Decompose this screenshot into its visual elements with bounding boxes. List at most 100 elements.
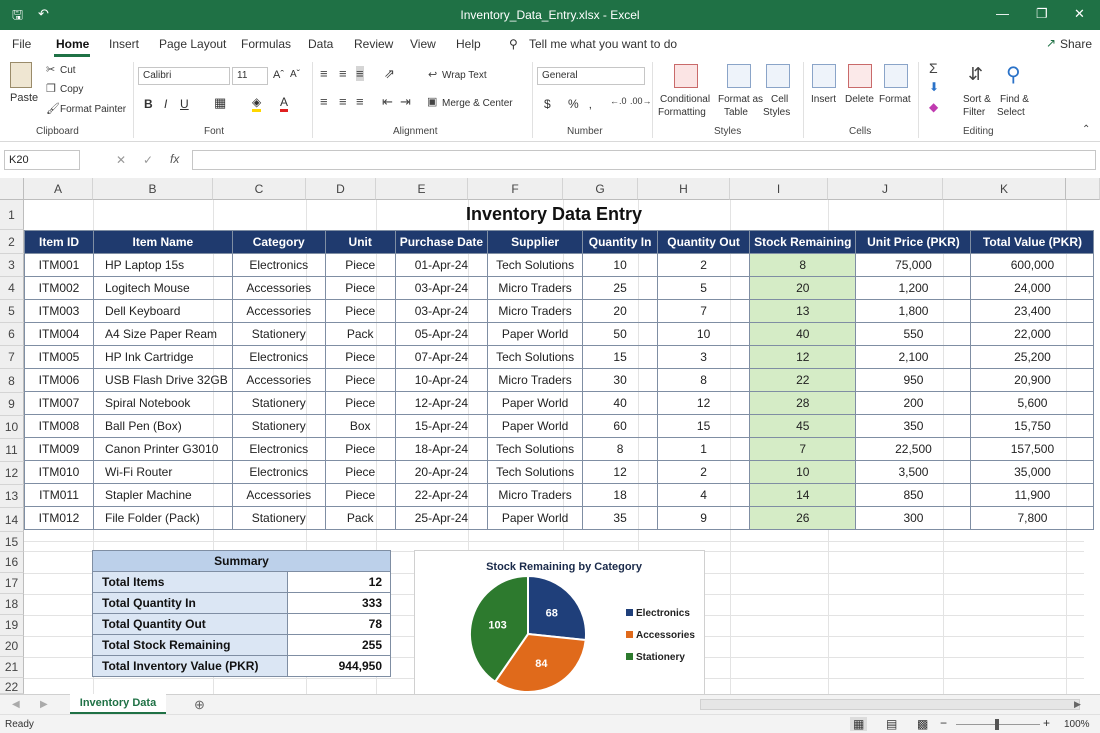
add-sheet-icon[interactable]: ⊕	[194, 697, 205, 713]
table-cell[interactable]: 60	[582, 414, 659, 438]
scroll-left-icon[interactable]: ◀	[12, 699, 20, 710]
formula-input[interactable]	[192, 150, 1096, 170]
table-cell[interactable]: 15	[657, 414, 751, 438]
row-header[interactable]: 11	[0, 439, 24, 462]
select-label[interactable]: Select	[997, 107, 1025, 118]
row-header[interactable]: 3	[0, 254, 24, 277]
row-header[interactable]: 19	[0, 615, 24, 636]
column-header[interactable]: H	[638, 178, 730, 200]
table-cell[interactable]: Paper World	[487, 506, 584, 530]
format-button[interactable]: Format	[879, 94, 911, 105]
column-header[interactable]: F	[468, 178, 563, 200]
table-cell[interactable]: Accessories	[231, 299, 326, 323]
column-header[interactable]: A	[24, 178, 93, 200]
align-top-icon[interactable]: ≡	[320, 66, 328, 81]
table-cell[interactable]: 4	[657, 483, 751, 507]
borders-icon[interactable]: ▦	[214, 95, 226, 111]
header-cell[interactable]: Stock Remaining	[749, 230, 857, 254]
summary-label[interactable]: Total Stock Remaining	[92, 634, 288, 656]
fill-color-icon[interactable]: ◈	[252, 95, 262, 112]
summary-value[interactable]: 333	[287, 592, 391, 614]
table-cell[interactable]: ITM008	[24, 414, 94, 438]
table-cell[interactable]: Tech Solutions	[487, 253, 584, 277]
summary-title[interactable]: Summary	[92, 550, 391, 572]
find-label[interactable]: Find &	[1000, 94, 1029, 105]
table-cell[interactable]: 20-Apr-24	[394, 460, 489, 484]
table-cell[interactable]: 7	[749, 437, 857, 461]
pie-chart[interactable]: Stock Remaining by Category 68 84 103 Elec…	[414, 550, 705, 695]
table-cell[interactable]: 1,800	[855, 299, 972, 323]
table-cell[interactable]: HP Ink Cartridge	[93, 345, 233, 369]
table-cell[interactable]: 11,900	[970, 483, 1095, 507]
number-format-select[interactable]: General	[537, 67, 645, 85]
currency-icon[interactable]: $	[544, 97, 551, 111]
fill-icon[interactable]: ⬇	[929, 80, 939, 94]
row-header[interactable]: 6	[0, 323, 24, 346]
table-cell[interactable]: Paper World	[487, 322, 584, 346]
table-cell[interactable]: 300	[855, 506, 972, 530]
header-cell[interactable]: Item Name	[93, 230, 233, 254]
table-cell[interactable]: ITM009	[24, 437, 94, 461]
table-cell[interactable]: 50	[582, 322, 659, 346]
paste-icon[interactable]	[10, 62, 32, 88]
row-header[interactable]: 18	[0, 594, 24, 615]
row-header[interactable]: 16	[0, 552, 24, 573]
table-cell[interactable]: 550	[855, 322, 972, 346]
header-cell[interactable]: Quantity In	[582, 230, 659, 254]
table-cell[interactable]: USB Flash Drive 32GB	[93, 368, 233, 392]
insert-function-icon[interactable]: fx	[170, 152, 179, 166]
table-cell[interactable]: Piece	[324, 437, 396, 461]
table-cell[interactable]: 350	[855, 414, 972, 438]
table-cell[interactable]: 05-Apr-24	[394, 322, 489, 346]
table-cell[interactable]: 12	[657, 391, 751, 415]
table-cell[interactable]: Micro Traders	[487, 483, 584, 507]
formatting-label[interactable]: Formatting	[658, 107, 706, 118]
table-cell[interactable]: 25,200	[970, 345, 1095, 369]
table-cell[interactable]: Pack	[324, 322, 396, 346]
table-cell[interactable]: 26	[749, 506, 857, 530]
table-cell[interactable]: ITM001	[24, 253, 94, 277]
summary-value[interactable]: 944,950	[287, 655, 391, 677]
table-cell[interactable]: 20	[582, 299, 659, 323]
header-cell[interactable]: Category	[231, 230, 326, 254]
normal-view-icon[interactable]: ▦	[850, 717, 868, 731]
cell-label[interactable]: Cell	[771, 94, 788, 105]
table-cell[interactable]: 30	[582, 368, 659, 392]
header-cell[interactable]: Purchase Date	[394, 230, 489, 254]
cut-button[interactable]: Cut	[60, 65, 76, 76]
header-cell[interactable]: Supplier	[487, 230, 584, 254]
menu-home[interactable]: Home	[56, 37, 89, 51]
table-cell[interactable]: 28	[749, 391, 857, 415]
table-cell[interactable]: File Folder (Pack)	[93, 506, 233, 530]
increase-indent-icon[interactable]: ⇥	[400, 94, 411, 110]
summary-label[interactable]: Total Inventory Value (PKR)	[92, 655, 288, 677]
table-cell[interactable]: 15-Apr-24	[394, 414, 489, 438]
menu-review[interactable]: Review	[354, 37, 393, 51]
table-cell[interactable]: Accessories	[231, 276, 326, 300]
table-cell[interactable]: 12-Apr-24	[394, 391, 489, 415]
table-cell[interactable]: ITM011	[24, 483, 94, 507]
scroll-right-icon[interactable]: ▶	[40, 699, 48, 710]
table-cell[interactable]: 14	[749, 483, 857, 507]
table-cell[interactable]: Stationery	[231, 414, 326, 438]
header-cell[interactable]: Total Value (PKR)	[970, 230, 1095, 254]
close-icon[interactable]: ✕	[1074, 6, 1085, 22]
column-header[interactable]: B	[93, 178, 213, 200]
increase-decimal-icon[interactable]: ←.0	[610, 96, 627, 106]
menu-help[interactable]: Help	[456, 37, 481, 51]
table-cell[interactable]: ITM010	[24, 460, 94, 484]
clear-icon[interactable]: ◆	[929, 100, 938, 114]
table-cell[interactable]: Micro Traders	[487, 299, 584, 323]
table-cell[interactable]: 22,000	[970, 322, 1095, 346]
filter-label[interactable]: Filter	[963, 107, 985, 118]
table-cell[interactable]: 5,600	[970, 391, 1095, 415]
table-cell[interactable]: Ball Pen (Box)	[93, 414, 233, 438]
font-color-icon[interactable]: A	[280, 95, 289, 112]
table-cell[interactable]: 22	[749, 368, 857, 392]
table-cell[interactable]: 18-Apr-24	[394, 437, 489, 461]
column-header[interactable]: D	[306, 178, 376, 200]
table-cell[interactable]: 15,750	[970, 414, 1095, 438]
table-cell[interactable]: Paper World	[487, 414, 584, 438]
conditional-label[interactable]: Conditional	[660, 94, 710, 105]
row-header[interactable]: 8	[0, 369, 24, 393]
